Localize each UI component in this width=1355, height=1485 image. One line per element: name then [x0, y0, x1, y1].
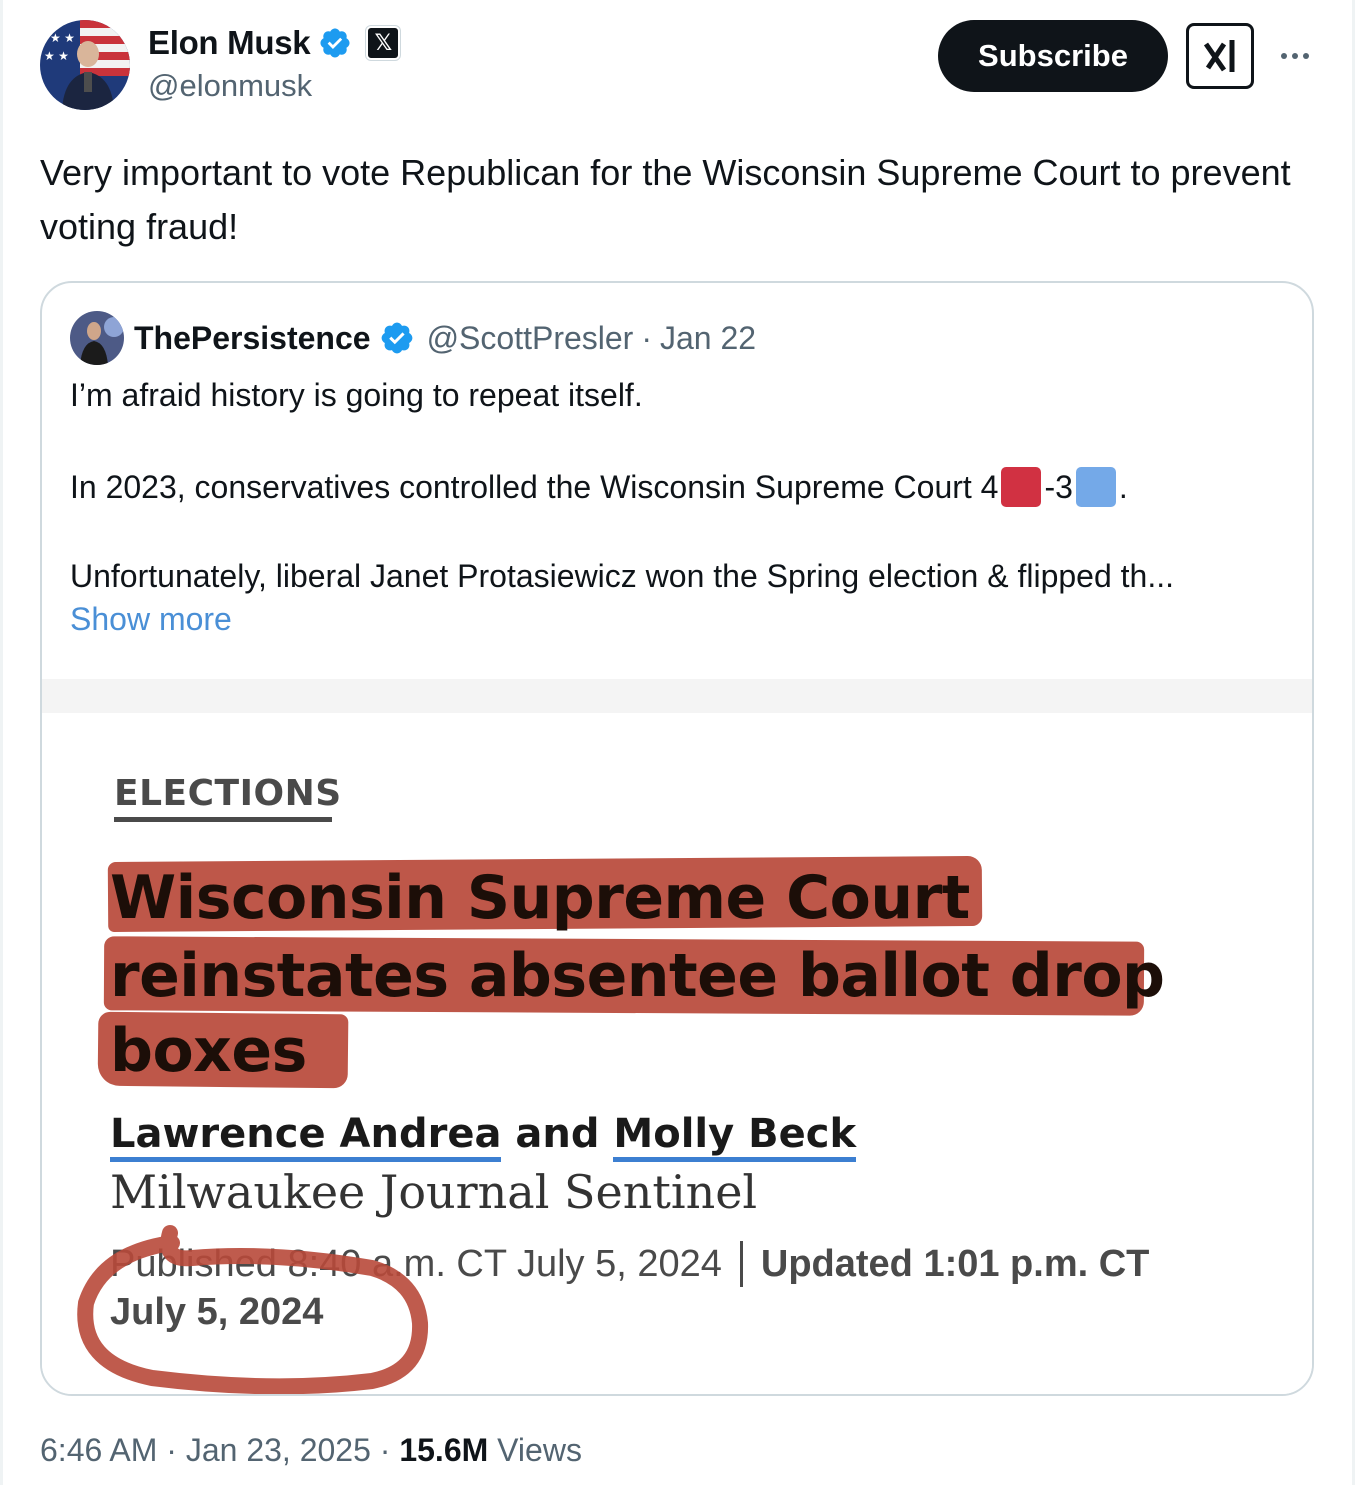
views-label: Views	[488, 1432, 582, 1468]
quoted-text-line: Unfortunately, liberal Janet Protasiewic…	[70, 558, 1174, 594]
red-square-emoji	[1001, 467, 1042, 507]
separator-dot: ·	[641, 319, 652, 356]
published-time: Published 8:40 a.m. CT July 5, 2024	[110, 1242, 722, 1285]
quoted-author-handle[interactable]: @ScottPresler	[427, 320, 634, 357]
image-top-band	[42, 679, 1312, 713]
tweet-footer: 6:46 AM · Jan 23, 2025 · 15.6M Views	[40, 1432, 582, 1469]
views-count: 15.6M	[399, 1432, 489, 1468]
tweet-text: Very important to vote Republican for th…	[40, 152, 1291, 247]
updated-time: Updated 1:01 p.m. CT	[760, 1242, 1150, 1285]
article-headline-line: Wisconsin Supreme Court	[110, 863, 970, 933]
article-publish-info: Published 8:40 a.m. CT July 5, 2024 Upda…	[110, 1241, 1149, 1287]
quoted-avatar[interactable]	[70, 311, 124, 365]
affiliate-x-badge-icon[interactable]: 𝕏	[366, 26, 401, 60]
subscribe-button[interactable]: Subscribe	[938, 20, 1168, 92]
verified-badge-icon[interactable]	[318, 26, 352, 60]
dot	[1292, 53, 1298, 59]
quoted-text-line: In 2023, conservatives controlled the Wi…	[70, 467, 1128, 507]
byline-conjunction: and	[501, 1111, 614, 1157]
article-publisher: Milwaukee Journal Sentinel	[110, 1165, 758, 1219]
quoted-date[interactable]: Jan 22	[660, 320, 756, 357]
svg-text:★ ★: ★ ★	[50, 31, 75, 45]
verified-badge-icon[interactable]	[379, 320, 415, 356]
svg-text:★ ★: ★ ★	[44, 49, 69, 63]
author-name-row: Elon Musk 𝕏	[148, 22, 401, 64]
show-more-link[interactable]: Show more	[70, 601, 232, 638]
author-handle[interactable]: @elonmusk	[148, 68, 312, 104]
quoted-header: ThePersistence @ScottPresler · Jan 22	[134, 315, 756, 361]
grok-icon[interactable]	[1186, 23, 1254, 89]
article-headline-line: reinstates absentee ballot drop	[110, 941, 1165, 1011]
dot	[1303, 53, 1309, 59]
divider	[739, 1241, 743, 1287]
article-headline-line: boxes	[110, 1016, 307, 1086]
quoted-text-line: I’m afraid history is going to repeat it…	[70, 377, 643, 413]
frame-edge	[0, 0, 3, 1485]
quoted-author-name[interactable]: ThePersistence	[134, 320, 371, 357]
quoted-text-segment: .	[1118, 468, 1128, 505]
updated-date: July 5, 2024	[110, 1291, 324, 1333]
separator-dot: ·	[157, 1432, 186, 1468]
article-byline: Lawrence Andrea and Molly Beck	[110, 1111, 857, 1162]
article-screenshot-image[interactable]: ELECTIONS Wisconsin Supreme Court reinst…	[42, 713, 1312, 1394]
article-author: Molly Beck	[613, 1111, 857, 1162]
section-underline	[114, 817, 332, 822]
quoted-text-segment: -3	[1044, 468, 1073, 505]
dot	[1281, 53, 1287, 59]
article-author: Lawrence Andrea	[110, 1111, 502, 1162]
article-section-label: ELECTIONS	[114, 773, 342, 814]
blue-square-emoji	[1075, 467, 1116, 507]
tweet-time[interactable]: 6:46 AM	[40, 1432, 157, 1468]
separator-dot: ·	[370, 1432, 400, 1468]
tweet-date[interactable]: Jan 23, 2025	[186, 1432, 371, 1468]
author-avatar[interactable]: ★ ★ ★ ★	[40, 20, 130, 110]
author-name[interactable]: Elon Musk	[148, 24, 311, 62]
quoted-tweet-card[interactable]: ThePersistence @ScottPresler · Jan 22 I’…	[40, 281, 1314, 1396]
quoted-text-segment: In 2023, conservatives controlled the Wi…	[70, 468, 999, 505]
more-icon[interactable]	[1272, 36, 1318, 76]
